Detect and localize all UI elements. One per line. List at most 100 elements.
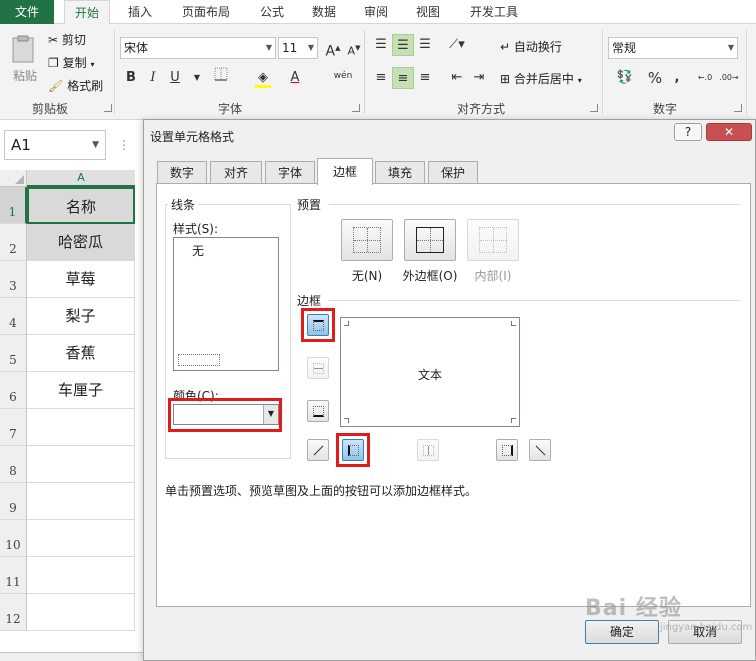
orientation-button[interactable]: ⟋▾ (446, 34, 468, 56)
percent-button[interactable]: % (644, 67, 666, 89)
preset-inside-label: 内部(I) (474, 269, 512, 283)
font-size-select[interactable]: 11 ▼ (278, 37, 318, 59)
cell-a2[interactable]: 哈密瓜 (27, 224, 135, 261)
row-header[interactable]: 8 (0, 446, 27, 483)
select-all-corner[interactable] (0, 170, 27, 187)
tab-fill[interactable]: 填充 (375, 161, 425, 184)
grow-font-button[interactable]: A▲ (322, 37, 344, 60)
row-header[interactable]: 1 (0, 187, 27, 224)
tab-developer[interactable]: 开发工具 (458, 0, 530, 24)
row-header[interactable]: 6 (0, 372, 27, 409)
tab-review[interactable]: 审阅 (354, 0, 398, 24)
copy-button[interactable]: ❐ 复制 ▾ (48, 54, 94, 71)
preset-inside-icon (479, 227, 507, 253)
align-middle-button[interactable]: ☰ (392, 34, 414, 56)
cell-a6[interactable]: 车厘子 (27, 372, 135, 409)
cell-a7[interactable] (27, 409, 135, 446)
cell-a9[interactable] (27, 483, 135, 520)
presets-group-title: 预置 (294, 196, 325, 213)
wrap-text-button[interactable]: ↵ 自动换行 (500, 38, 562, 55)
preset-outline-button[interactable] (404, 219, 456, 261)
cell-a12[interactable] (27, 594, 135, 631)
tab-data[interactable]: 数据 (302, 0, 346, 24)
tab-alignment[interactable]: 对齐 (210, 161, 262, 184)
paste-button[interactable]: 粘贴 (8, 34, 42, 90)
cell-a1[interactable]: 名称 (27, 187, 135, 224)
tab-insert[interactable]: 插入 (118, 0, 162, 24)
preset-outline-label: 外边框(O) (402, 269, 458, 283)
border-bottom-button[interactable] (307, 400, 329, 422)
shrink-font-button[interactable]: A▼ (343, 37, 365, 59)
ok-button[interactable]: 确定 (585, 620, 659, 644)
preset-none-button[interactable] (341, 219, 393, 261)
row-header[interactable]: 2 (0, 224, 27, 261)
underline-button[interactable]: U (164, 67, 186, 89)
row-header[interactable]: 4 (0, 298, 27, 335)
cell-a5[interactable]: 香蕉 (27, 335, 135, 372)
fill-color-button[interactable]: ◈ (252, 67, 274, 89)
align-top-button[interactable]: ☰ (370, 34, 392, 56)
row-header[interactable]: 7 (0, 409, 27, 446)
tab-number[interactable]: 数字 (157, 161, 207, 184)
cell-a8[interactable] (27, 446, 135, 483)
cell-a4[interactable]: 梨子 (27, 298, 135, 335)
tab-border[interactable]: 边框 (317, 158, 373, 185)
accounting-format-button[interactable]: 💱 (610, 67, 640, 89)
row-header[interactable]: 10 (0, 520, 27, 557)
decrease-indent-button[interactable]: ⇤ (446, 67, 468, 89)
cell-a10[interactable] (27, 520, 135, 557)
merge-center-button[interactable]: ⊞ 合并后居中 ▾ (500, 70, 582, 87)
name-box[interactable]: A1 ▼ (4, 130, 106, 160)
format-painter-label: 格式刷 (67, 79, 104, 93)
number-launcher-icon[interactable] (734, 104, 742, 112)
line-style-list[interactable]: 无 (173, 237, 279, 371)
cell-a3[interactable]: 草莓 (27, 261, 135, 298)
border-preview[interactable]: 文本 (340, 317, 520, 427)
clipboard-launcher-icon[interactable] (104, 104, 112, 112)
alignment-launcher-icon[interactable] (590, 104, 598, 112)
cell-a11[interactable] (27, 557, 135, 594)
tab-font[interactable]: 字体 (265, 161, 315, 184)
column-header-a[interactable]: A (27, 170, 135, 187)
borders-button[interactable] (210, 67, 232, 89)
row-header[interactable]: 12 (0, 594, 27, 631)
tab-page-layout[interactable]: 页面布局 (170, 0, 242, 24)
tab-home[interactable]: 开始 (64, 0, 110, 25)
preview-corner-mark (344, 418, 349, 423)
row-header[interactable]: 3 (0, 261, 27, 298)
align-left-button[interactable]: ≡ (370, 67, 392, 89)
align-bottom-button[interactable]: ☰ (414, 34, 436, 56)
decrease-decimal-button[interactable]: .00→ (718, 67, 740, 89)
border-diagonal-up-button[interactable] (307, 439, 329, 461)
phonetic-button[interactable]: wén (328, 65, 358, 87)
increase-indent-button[interactable]: ⇥ (468, 67, 490, 89)
row-header[interactable]: 11 (0, 557, 27, 594)
close-button[interactable]: ✕ (706, 123, 752, 141)
cut-label: 剪切 (61, 33, 86, 47)
row-header[interactable]: 9 (0, 483, 27, 520)
cut-button[interactable]: ✂ 剪切 (48, 31, 86, 48)
border-diagonal-down-button[interactable] (529, 439, 551, 461)
tab-view[interactable]: 视图 (406, 0, 450, 24)
align-center-button[interactable]: ≡ (392, 67, 414, 89)
line-style-none[interactable]: 无 (192, 242, 204, 259)
underline-dropdown[interactable]: ▼ (186, 67, 208, 89)
bold-button[interactable]: B (120, 67, 142, 89)
row-header[interactable]: 5 (0, 335, 27, 372)
formula-bar-grip: ⋮ (118, 138, 130, 152)
format-painter-button[interactable]: 🖌 格式刷 (48, 77, 103, 94)
increase-decimal-button[interactable]: ←.0 (694, 67, 716, 89)
number-format-select[interactable]: 常规 ▼ (608, 37, 738, 59)
font-launcher-icon[interactable] (352, 104, 360, 112)
tab-protection[interactable]: 保护 (428, 161, 478, 184)
font-color-button[interactable]: A (284, 67, 306, 89)
line-style-selected-dotted[interactable] (178, 354, 220, 366)
font-name-select[interactable]: 宋体 ▼ (120, 37, 276, 59)
comma-button[interactable]: , (666, 67, 688, 89)
italic-button[interactable]: I (142, 67, 164, 89)
tab-file[interactable]: 文件 (0, 0, 54, 24)
border-right-button[interactable] (496, 439, 518, 461)
tab-formulas[interactable]: 公式 (250, 0, 294, 24)
align-right-button[interactable]: ≡ (414, 67, 436, 89)
help-button[interactable]: ? (674, 123, 702, 141)
